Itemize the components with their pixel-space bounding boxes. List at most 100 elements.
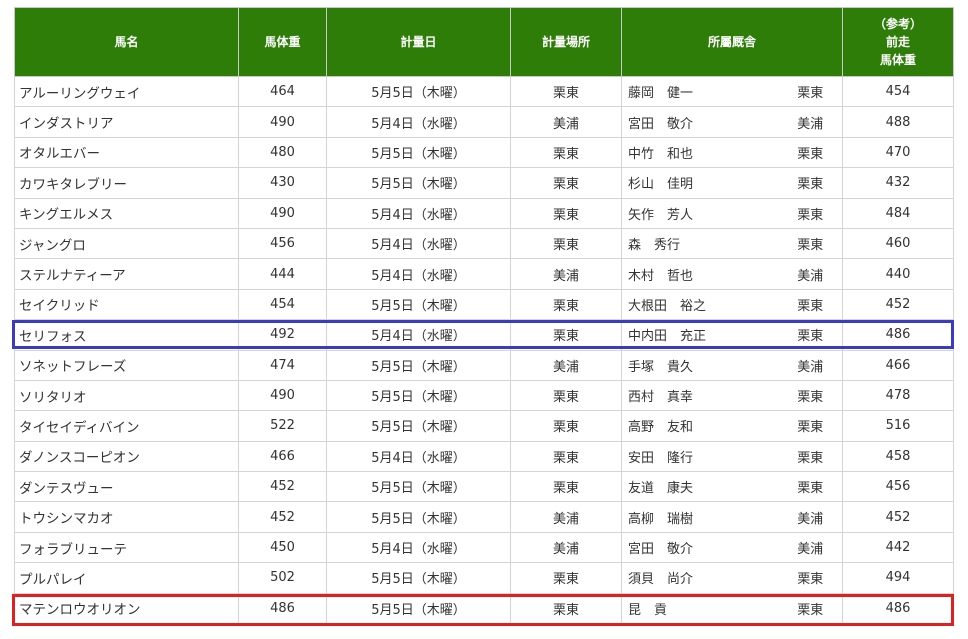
cell-weigh-date: 5月5日（木曜）: [326, 379, 511, 412]
cell-weigh-date: 5月5日（木曜）: [326, 562, 511, 594]
cell-weight: 502: [238, 562, 327, 594]
cell-weigh-date: 5月4日（水曜）: [326, 531, 511, 564]
cell-trainer: 矢作 芳人: [621, 197, 779, 229]
header-prev-weight: （参考） 前走 馬体重: [842, 7, 955, 77]
cell-weigh-place: 美浦: [510, 501, 622, 533]
cell-prev-weight: 470: [842, 136, 955, 169]
cell-weigh-place: 美浦: [510, 531, 622, 564]
header-prev-line1: （参考）: [874, 17, 923, 31]
cell-stable-location: 栗東: [778, 319, 844, 351]
cell-trainer: 藤岡 健一: [621, 75, 779, 108]
cell-weigh-place: 栗東: [510, 440, 622, 473]
cell-weigh-date: 5月5日（木曜）: [326, 288, 511, 321]
table-row: セイクリッド 454 5月5日（木曜） 栗東 大根田 裕之 栗東 452: [14, 288, 955, 321]
cell-weigh-place: 栗東: [510, 136, 622, 169]
table-row: ダンテスヴュー 452 5月5日（木曜） 栗東 友道 康夫 栗東 456: [14, 471, 955, 503]
cell-trainer: 安田 隆行: [621, 440, 779, 473]
cell-horse-name: ダノンスコーピオン: [14, 440, 239, 473]
table-row: ステルナティーア 444 5月4日（水曜） 美浦 木村 哲也 美浦 440: [14, 258, 955, 290]
cell-trainer: 昆 貢: [621, 592, 779, 625]
cell-prev-weight: 456: [842, 471, 955, 503]
cell-prev-weight: 432: [842, 167, 955, 199]
cell-weight: 444: [238, 258, 327, 290]
cell-trainer: 手塚 貴久: [621, 349, 779, 381]
weight-table-container: 馬名 馬体重 計量日 計量場所 所屬厩舎 （参考） 前走 馬体重 アルーリングウ…: [14, 7, 955, 625]
cell-trainer: 大根田 裕之: [621, 288, 779, 321]
cell-weigh-place: 美浦: [510, 258, 622, 290]
cell-weigh-place: 栗東: [510, 592, 622, 625]
cell-stable-location: 栗東: [778, 379, 844, 412]
cell-weigh-place: 栗東: [510, 379, 622, 412]
cell-weight: 522: [238, 410, 327, 442]
cell-weight: 452: [238, 501, 327, 533]
cell-prev-weight: 478: [842, 379, 955, 412]
cell-weigh-place: 栗東: [510, 410, 622, 442]
cell-prev-weight: 486: [842, 592, 955, 625]
cell-trainer: 中竹 和也: [621, 136, 779, 169]
cell-weigh-place: 栗東: [510, 562, 622, 594]
table-row: オタルエバー 480 5月5日（木曜） 栗東 中竹 和也 栗東 470: [14, 136, 955, 169]
cell-stable-location: 栗東: [778, 136, 844, 169]
cell-weight: 450: [238, 531, 327, 564]
cell-weight: 430: [238, 167, 327, 199]
cell-trainer: 中内田 充正: [621, 319, 779, 351]
cell-weigh-date: 5月5日（木曜）: [326, 592, 511, 625]
cell-horse-name: オタルエバー: [14, 136, 239, 169]
table-row: プルパレイ 502 5月5日（木曜） 栗東 須貝 尚介 栗東 494: [14, 562, 955, 594]
cell-stable-location: 美浦: [778, 258, 844, 290]
cell-stable-location: 美浦: [778, 531, 844, 564]
cell-prev-weight: 452: [842, 288, 955, 321]
cell-weight: 490: [238, 379, 327, 412]
cell-weight: 454: [238, 288, 327, 321]
cell-trainer: 木村 哲也: [621, 258, 779, 290]
cell-horse-name: インダストリア: [14, 106, 239, 138]
cell-prev-weight: 488: [842, 106, 955, 138]
cell-weight: 452: [238, 471, 327, 503]
cell-horse-name: セイクリッド: [14, 288, 239, 321]
cell-weight: 464: [238, 75, 327, 108]
cell-weight: 466: [238, 440, 327, 473]
table-header-row: 馬名 馬体重 計量日 計量場所 所屬厩舎 （参考） 前走 馬体重: [14, 7, 955, 77]
cell-prev-weight: 486: [842, 319, 955, 351]
cell-prev-weight: 458: [842, 440, 955, 473]
cell-weigh-date: 5月4日（水曜）: [326, 440, 511, 473]
cell-horse-name: キングエルメス: [14, 197, 239, 229]
cell-stable-location: 栗東: [778, 167, 844, 199]
cell-trainer: 森 秀行: [621, 227, 779, 260]
cell-prev-weight: 442: [842, 531, 955, 564]
cell-weight: 490: [238, 106, 327, 138]
cell-weigh-date: 5月4日（水曜）: [326, 319, 511, 351]
cell-weigh-date: 5月4日（水曜）: [326, 258, 511, 290]
cell-weight: 474: [238, 349, 327, 381]
cell-weigh-place: 美浦: [510, 106, 622, 138]
cell-weigh-place: 美浦: [510, 349, 622, 381]
cell-stable-location: 栗東: [778, 227, 844, 260]
cell-stable-location: 栗東: [778, 410, 844, 442]
horse-weight-table: 馬名 馬体重 計量日 計量場所 所屬厩舎 （参考） 前走 馬体重 アルーリングウ…: [14, 7, 955, 625]
cell-stable-location: 美浦: [778, 106, 844, 138]
table-body: アルーリングウェイ 464 5月5日（木曜） 栗東 藤岡 健一 栗東 454 インダストリア 4…: [14, 75, 955, 625]
cell-trainer: 杉山 佳明: [621, 167, 779, 199]
cell-prev-weight: 452: [842, 501, 955, 533]
cell-weigh-place: 栗東: [510, 75, 622, 108]
cell-horse-name: ソネットフレーズ: [14, 349, 239, 381]
table-row: セリフォス 492 5月4日（水曜） 栗東 中内田 充正 栗東 486: [14, 319, 955, 351]
cell-weight: 486: [238, 592, 327, 625]
cell-weight: 480: [238, 136, 327, 169]
table-row: キングエルメス 490 5月4日（水曜） 栗東 矢作 芳人 栗東 484: [14, 197, 955, 229]
header-prev-line3: 馬体重: [880, 53, 917, 67]
cell-trainer: 宮田 敬介: [621, 106, 779, 138]
cell-stable-location: 栗東: [778, 471, 844, 503]
cell-stable-location: 栗東: [778, 440, 844, 473]
cell-weigh-place: 栗東: [510, 288, 622, 321]
table-row: ジャングロ 456 5月4日（水曜） 栗東森 秀行 栗東 460: [14, 227, 955, 260]
cell-weigh-place: 栗東: [510, 167, 622, 199]
cell-weigh-place: 栗東: [510, 471, 622, 503]
table-row: ソネットフレーズ 474 5月5日（木曜） 美浦 手塚 貴久 美浦 466: [14, 349, 955, 381]
cell-trainer: 須貝 尚介: [621, 562, 779, 594]
header-weigh-place: 計量場所: [510, 7, 622, 77]
cell-stable-location: 栗東: [778, 75, 844, 108]
cell-trainer: 高野 友和: [621, 410, 779, 442]
cell-trainer: 宮田 敬介: [621, 531, 779, 564]
cell-weight: 492: [238, 319, 327, 351]
